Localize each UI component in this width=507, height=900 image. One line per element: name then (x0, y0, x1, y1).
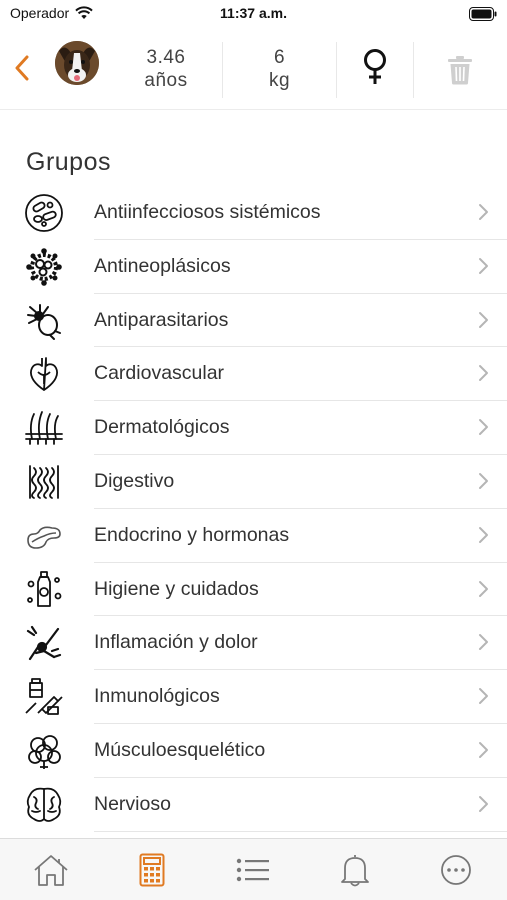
gender-toggle[interactable] (337, 40, 413, 96)
list-item[interactable]: Inmunológicos (0, 670, 507, 724)
list-item[interactable]: Dermatológicos (0, 401, 507, 455)
intestine-icon (23, 462, 65, 502)
section-title: Grupos (26, 148, 111, 176)
delete-button[interactable] (440, 50, 480, 90)
patient-header: 3.46 años 6 kg (0, 28, 507, 110)
tab-notifications[interactable] (304, 839, 405, 900)
skin-hair-icon (23, 408, 65, 448)
list-item-label: Inmunológicos (94, 685, 220, 708)
chevron-right-icon (479, 365, 488, 382)
cancer-cell-icon (23, 247, 65, 287)
list-item[interactable]: Inflamación y dolor (0, 616, 507, 671)
back-button[interactable] (8, 50, 36, 86)
age-display[interactable]: 3.46 años (110, 38, 222, 100)
chevron-right-icon (479, 634, 488, 651)
list-item-label: Cardiovascular (94, 362, 225, 385)
list-item-label: Nervioso (94, 792, 171, 815)
list-item[interactable]: Higiene y cuidados (0, 563, 507, 617)
trash-icon (448, 56, 472, 85)
female-symbol-icon (364, 49, 386, 84)
vaccine-icon (23, 677, 65, 717)
shampoo-bottle-icon (23, 570, 65, 610)
chevron-right-icon (479, 472, 488, 489)
more-icon (441, 855, 472, 885)
list-item-label: Antineoplásicos (94, 254, 231, 277)
list-item[interactable]: Endocrino y hormonas (0, 509, 507, 563)
groups-list: Antiinfecciosos sistémicos Antineoplásic… (0, 186, 507, 832)
list-item-label: Inflamación y dolor (94, 631, 258, 654)
list-item[interactable]: Antineoplásicos (0, 240, 507, 294)
age-unit: años (144, 70, 188, 91)
status-time: 11:37 a.m. (220, 5, 287, 21)
list-item[interactable]: Antiparasitarios (0, 294, 507, 348)
chevron-right-icon (479, 795, 488, 812)
chevron-right-icon (479, 741, 488, 758)
muscle-bone-icon (23, 731, 65, 771)
list-item-label: Digestivo (94, 469, 175, 492)
list-item-label: Endocrino y hormonas (94, 523, 290, 546)
bell-icon (340, 855, 369, 887)
tab-calculator[interactable] (101, 839, 202, 900)
tick-parasite-icon (23, 301, 65, 341)
list-item-label: Antiparasitarios (94, 308, 229, 331)
chevron-right-icon (479, 419, 488, 436)
tab-bar (0, 838, 507, 900)
tab-home[interactable] (0, 839, 101, 900)
header-separator (413, 42, 414, 98)
list-item[interactable]: Digestivo (0, 455, 507, 509)
tab-more[interactable] (406, 839, 507, 900)
chevron-right-icon (479, 311, 488, 328)
list-item-label: Músculoesquelético (94, 738, 266, 761)
list-item-label: Higiene y cuidados (94, 577, 259, 600)
divider (94, 830, 507, 832)
chevron-right-icon (479, 688, 488, 705)
heart-icon (23, 354, 65, 394)
list-item[interactable]: Nervioso (0, 778, 507, 832)
pancreas-icon (23, 516, 65, 556)
status-bar: Operador 11:37 a.m. (0, 0, 507, 28)
chevron-right-icon (479, 204, 488, 220)
battery-icon (469, 7, 497, 26)
list-item[interactable]: Músculoesquelético (0, 724, 507, 778)
chevron-right-icon (479, 257, 488, 274)
bacteria-icon (23, 193, 65, 233)
weight-display[interactable]: 6 kg (223, 38, 336, 100)
age-value: 3.46 (146, 47, 186, 68)
brain-icon (23, 785, 65, 825)
chevron-left-icon (15, 55, 29, 81)
calculator-icon (139, 853, 165, 887)
chevron-right-icon (479, 526, 488, 543)
list-icon (237, 858, 270, 882)
weight-unit: kg (268, 70, 291, 91)
pet-avatar[interactable] (55, 41, 99, 85)
list-item-label: Dermatológicos (94, 416, 230, 439)
weight-value: 6 (273, 47, 286, 68)
joint-pain-icon (23, 623, 65, 663)
list-item[interactable]: Antiinfecciosos sistémicos (0, 186, 507, 240)
list-item[interactable]: Cardiovascular (0, 347, 507, 402)
home-icon (34, 855, 68, 886)
list-item-label: Antiinfecciosos sistémicos (94, 201, 321, 223)
tab-list[interactable] (203, 839, 304, 900)
chevron-right-icon (479, 580, 488, 597)
